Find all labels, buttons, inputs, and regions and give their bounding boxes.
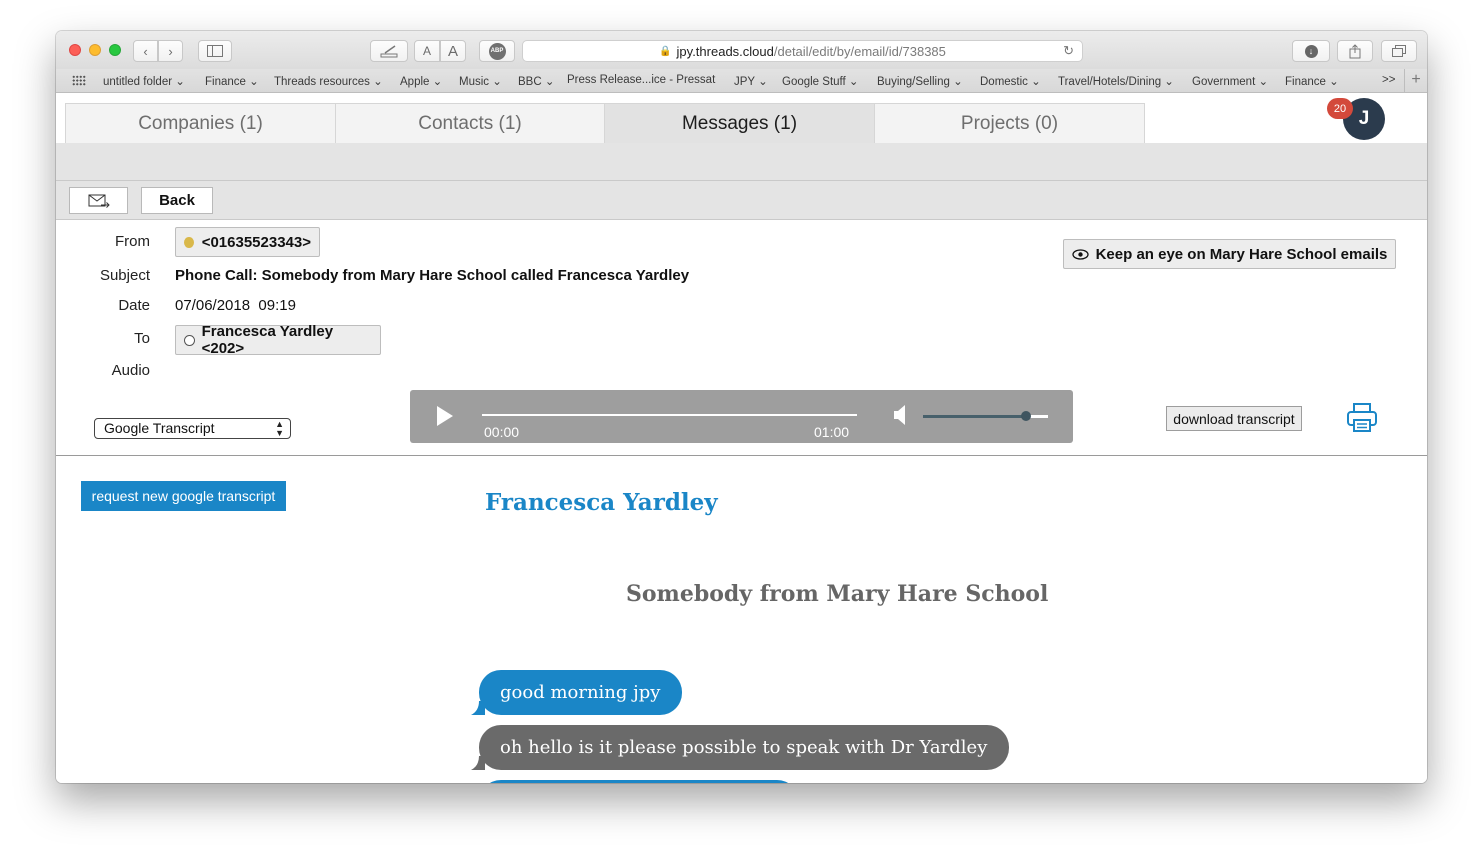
recipient-name-heading: Francesca Yardley <box>485 489 718 516</box>
audio-label: Audio <box>111 362 150 379</box>
bubble-tail-icon <box>471 756 485 770</box>
chat-bubble-recipient: good morning jpy <box>471 670 683 715</box>
chat-bubble-recipient-partial <box>479 780 799 783</box>
apps-grid-icon[interactable] <box>72 75 86 86</box>
back-nav-button[interactable]: ‹ <box>133 40 158 62</box>
tab-contacts[interactable]: Contacts (1) <box>335 103 605 143</box>
bookmark-item[interactable]: Apple ⌄ <box>400 74 442 88</box>
tabs-icon <box>1392 45 1406 57</box>
minimize-window-button[interactable] <box>89 44 101 56</box>
date-value: 07/06/2018 09:19 <box>175 297 296 314</box>
bookmark-item[interactable]: Threads resources ⌄ <box>274 74 383 88</box>
bookmark-item[interactable]: Finance ⌄ <box>1285 74 1339 88</box>
volume-handle[interactable] <box>1020 411 1031 421</box>
subject-label: Subject <box>99 267 150 284</box>
bookmark-item[interactable]: untitled folder ⌄ <box>103 74 185 88</box>
sidebar-toggle-button[interactable] <box>198 40 232 62</box>
bookmark-item[interactable]: Buying/Selling ⌄ <box>877 74 963 88</box>
chat-message-text: oh hello is it please possible to speak … <box>500 737 988 758</box>
chat-message-text: good morning jpy <box>500 682 661 703</box>
transcript-source-value: Google Transcript <box>104 420 215 436</box>
tabs-overview-button[interactable] <box>1381 40 1417 62</box>
browser-toolbar: ‹ › A A ABP 🔒 jpy.threads.cloud/detail/e… <box>56 31 1427 69</box>
pen-icon <box>380 45 398 58</box>
adblock-button[interactable]: ABP <box>479 40 515 62</box>
play-icon[interactable] <box>437 406 453 426</box>
chevron-right-icon: › <box>168 43 173 59</box>
audio-duration: 01:00 <box>814 424 850 440</box>
audio-progress-bar[interactable] <box>482 414 857 416</box>
chevron-left-icon: ‹ <box>143 43 148 59</box>
forward-nav-button[interactable]: › <box>158 40 183 62</box>
select-arrows-icon: ▲ ▼ <box>275 419 284 438</box>
bookmark-item[interactable]: Travel/Hotels/Dining ⌄ <box>1058 74 1174 88</box>
close-window-button[interactable] <box>69 44 81 56</box>
printer-icon[interactable] <box>1346 403 1378 433</box>
bookmark-item[interactable]: Government ⌄ <box>1192 74 1268 88</box>
download-transcript-button[interactable]: download transcript <box>1166 406 1302 431</box>
from-label: From <box>115 233 150 250</box>
request-transcript-button[interactable]: request new google transcript <box>81 481 286 511</box>
share-button[interactable] <box>1337 40 1373 62</box>
forward-email-button[interactable] <box>69 187 128 214</box>
adblock-icon: ABP <box>488 42 506 60</box>
downloads-button[interactable]: ↓ <box>1292 40 1330 62</box>
audio-current-time: 00:00 <box>484 424 520 440</box>
to-label: To <box>134 330 150 347</box>
caller-name-heading: Somebody from Mary Hare School <box>626 581 1049 607</box>
bookmark-item[interactable]: Domestic ⌄ <box>980 74 1041 88</box>
status-dot-icon <box>184 334 195 346</box>
bookmark-item[interactable]: Finance ⌄ <box>205 74 259 88</box>
notification-badge[interactable]: 20 <box>1327 98 1353 119</box>
tab-projects[interactable]: Projects (0) <box>874 103 1145 143</box>
date-label: Date <box>118 297 150 314</box>
lock-icon: 🔒 <box>659 45 672 57</box>
app-tab-bar: Companies (1) Contacts (1) Messages (1) … <box>56 93 1427 143</box>
action-bar: Back <box>56 181 1427 220</box>
url-host: jpy.threads.cloud <box>676 43 774 59</box>
bookmarks-overflow-button[interactable]: >> <box>1382 74 1395 86</box>
bookmark-item[interactable]: BBC ⌄ <box>518 74 554 88</box>
audio-player: 00:00 01:00 <box>410 390 1073 443</box>
text-larger-button[interactable]: A <box>440 40 466 62</box>
subheader-bar <box>56 143 1427 181</box>
message-header: From <01635523343> Subject Phone Call: S… <box>56 220 1427 456</box>
download-icon: ↓ <box>1304 44 1318 58</box>
to-contact-chip[interactable]: Francesca Yardley <202> <box>175 323 381 357</box>
from-value: <01635523343> <box>201 233 311 251</box>
watch-label: Keep an eye on Mary Hare School emails <box>1095 245 1388 263</box>
transcript-panel: request new google transcript Francesca … <box>56 456 1427 783</box>
status-dot-icon <box>184 236 194 248</box>
url-path: /detail/edit/by/email/id/738385 <box>773 43 946 59</box>
share-icon <box>1349 43 1361 58</box>
bookmark-item[interactable]: Press Release...ice - Pressat <box>567 74 715 86</box>
keep-an-eye-button[interactable]: Keep an eye on Mary Hare School emails <box>1063 239 1396 269</box>
bookmarks-bar: untitled folder ⌄ Finance ⌄ Threads reso… <box>56 69 1427 93</box>
chat-bubble-caller: oh hello is it please possible to speak … <box>471 725 1010 770</box>
browser-window: ‹ › A A ABP 🔒 jpy.threads.cloud/detail/e… <box>56 31 1427 783</box>
envelope-forward-icon <box>88 194 110 208</box>
speaker-icon[interactable] <box>894 405 908 425</box>
tab-messages[interactable]: Messages (1) <box>604 103 875 143</box>
tab-companies[interactable]: Companies (1) <box>65 103 336 143</box>
bookmark-item[interactable]: Music ⌄ <box>459 74 502 88</box>
text-smaller-button[interactable]: A <box>414 40 440 62</box>
markup-button[interactable] <box>370 40 408 62</box>
volume-fill <box>923 415 1026 418</box>
bookmark-item[interactable]: JPY ⌄ <box>734 74 768 88</box>
sidebar-icon <box>207 45 223 57</box>
address-bar[interactable]: 🔒 jpy.threads.cloud/detail/edit/by/email… <box>522 40 1083 62</box>
from-contact-chip[interactable]: <01635523343> <box>175 227 320 257</box>
volume-slider[interactable] <box>923 411 1048 421</box>
reload-icon[interactable]: ↻ <box>1063 43 1074 59</box>
transcript-source-select[interactable]: Google Transcript ▲ ▼ <box>94 418 291 439</box>
new-tab-plus-icon[interactable]: + <box>1404 69 1427 93</box>
subject-value: Phone Call: Somebody from Mary Hare Scho… <box>175 267 690 284</box>
back-button[interactable]: Back <box>141 187 213 214</box>
bubble-tail-icon <box>471 701 485 715</box>
zoom-window-button[interactable] <box>109 44 121 56</box>
to-value: Francesca Yardley <202> <box>201 323 334 357</box>
eye-icon <box>1071 248 1089 260</box>
bookmark-item[interactable]: Google Stuff ⌄ <box>782 74 859 88</box>
